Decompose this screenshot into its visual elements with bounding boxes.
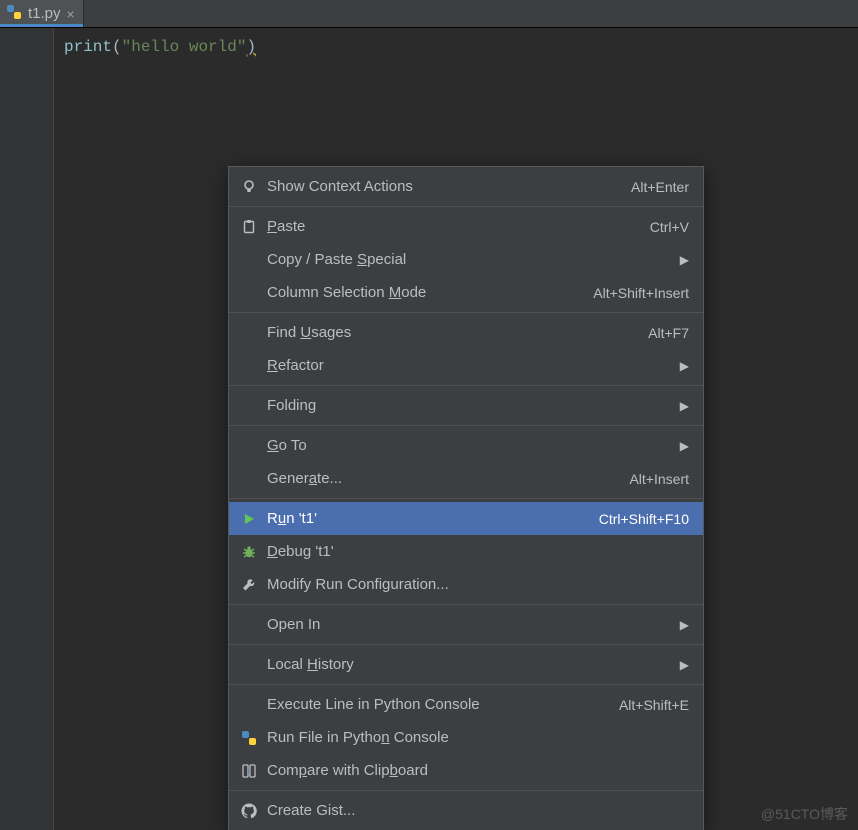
file-tab[interactable]: t1.py ×: [0, 0, 84, 27]
chevron-right-icon: ▶: [680, 618, 689, 632]
menu-item-shortcut: Alt+Shift+E: [619, 697, 689, 713]
menu-separator: [229, 644, 703, 645]
menu-item[interactable]: Copy / Paste Special ▶: [229, 243, 703, 276]
menu-item[interactable]: Refactor ▶: [229, 349, 703, 382]
menu-item[interactable]: Compare with Clipboard: [229, 754, 703, 787]
menu-item-label: Debug 't1': [267, 543, 689, 560]
empty-icon: [239, 655, 259, 675]
menu-item-label: Paste: [267, 218, 630, 235]
wrench-icon: [239, 575, 259, 595]
close-icon[interactable]: ×: [67, 7, 75, 21]
bug-icon: [239, 542, 259, 562]
tab-active-indicator: [0, 24, 83, 27]
menu-item-label: Go To: [267, 437, 660, 454]
menu-item-label: Column Selection Mode: [267, 284, 573, 301]
bulb-icon: [239, 177, 259, 197]
menu-item-label: Generate...: [267, 470, 609, 487]
menu-item-label: Run File in Python Console: [267, 729, 689, 746]
menu-item-label: Folding: [267, 397, 660, 414]
github-icon: [239, 801, 259, 821]
run-icon: [239, 509, 259, 529]
empty-icon: [239, 396, 259, 416]
menu-item-shortcut: Ctrl+Shift+F10: [599, 511, 689, 527]
chevron-right-icon: ▶: [680, 439, 689, 453]
menu-item-label: Local History: [267, 656, 660, 673]
menu-item[interactable]: Open In ▶: [229, 608, 703, 641]
gutter: [0, 28, 54, 830]
menu-item[interactable]: Column Selection Mode Alt+Shift+Insert: [229, 276, 703, 309]
menu-item[interactable]: Show Context Actions Alt+Enter: [229, 170, 703, 203]
compare-icon: [239, 761, 259, 781]
code-token-paren-close: ): [246, 38, 256, 56]
menu-item-shortcut: Alt+Enter: [631, 179, 689, 195]
menu-item[interactable]: Execute Line in Python Console Alt+Shift+…: [229, 688, 703, 721]
python-icon: [239, 728, 259, 748]
menu-separator: [229, 684, 703, 685]
menu-item[interactable]: Go To ▶: [229, 429, 703, 462]
menu-item[interactable]: Run File in Python Console: [229, 721, 703, 754]
menu-item-label: Create Gist...: [267, 802, 689, 819]
empty-icon: [239, 250, 259, 270]
code-token-func: print: [64, 38, 112, 56]
tab-bar: t1.py ×: [0, 0, 858, 28]
empty-icon: [239, 356, 259, 376]
menu-item-shortcut: Alt+F7: [648, 325, 689, 341]
chevron-right-icon: ▶: [680, 359, 689, 373]
empty-icon: [239, 283, 259, 303]
chevron-right-icon: ▶: [680, 399, 689, 413]
menu-item-label: Execute Line in Python Console: [267, 696, 599, 713]
menu-item-label: Compare with Clipboard: [267, 762, 689, 779]
code-token-string: "hello world": [122, 38, 247, 56]
menu-item-label: Show Context Actions: [267, 178, 611, 195]
menu-item[interactable]: Folding ▶: [229, 389, 703, 422]
menu-separator: [229, 425, 703, 426]
context-menu: Show Context Actions Alt+Enter Paste Ctrl+V…: [228, 166, 704, 830]
menu-item-shortcut: Alt+Shift+Insert: [593, 285, 689, 301]
menu-item-shortcut: Ctrl+V: [650, 219, 689, 235]
menu-item-label: Refactor: [267, 357, 660, 374]
menu-item[interactable]: Find Usages Alt+F7: [229, 316, 703, 349]
menu-item-label: Modify Run Configuration...: [267, 576, 689, 593]
empty-icon: [239, 695, 259, 715]
menu-item-label: Open In: [267, 616, 660, 633]
menu-separator: [229, 498, 703, 499]
menu-item[interactable]: Local History ▶: [229, 648, 703, 681]
menu-item[interactable]: Debug 't1': [229, 535, 703, 568]
clipboard-icon: [239, 217, 259, 237]
menu-item[interactable]: Run 't1' Ctrl+Shift+F10: [229, 502, 703, 535]
menu-separator: [229, 790, 703, 791]
chevron-right-icon: ▶: [680, 658, 689, 672]
tab-label: t1.py: [28, 5, 61, 22]
empty-icon: [239, 469, 259, 489]
menu-separator: [229, 206, 703, 207]
empty-icon: [239, 323, 259, 343]
menu-item[interactable]: Generate... Alt+Insert: [229, 462, 703, 495]
menu-item[interactable]: Paste Ctrl+V: [229, 210, 703, 243]
menu-item[interactable]: Modify Run Configuration...: [229, 568, 703, 601]
menu-separator: [229, 604, 703, 605]
menu-item-label: Find Usages: [267, 324, 628, 341]
empty-icon: [239, 436, 259, 456]
chevron-right-icon: ▶: [680, 253, 689, 267]
menu-item-label: Run 't1': [267, 510, 579, 527]
python-file-icon: [6, 4, 22, 24]
menu-separator: [229, 312, 703, 313]
empty-icon: [239, 615, 259, 635]
watermark: @51CTO博客: [761, 804, 848, 824]
menu-item-shortcut: Alt+Insert: [629, 471, 689, 487]
menu-separator: [229, 385, 703, 386]
menu-item-label: Copy / Paste Special: [267, 251, 660, 268]
menu-item[interactable]: Create Gist...: [229, 794, 703, 827]
code-token-paren-open: (: [112, 38, 122, 56]
